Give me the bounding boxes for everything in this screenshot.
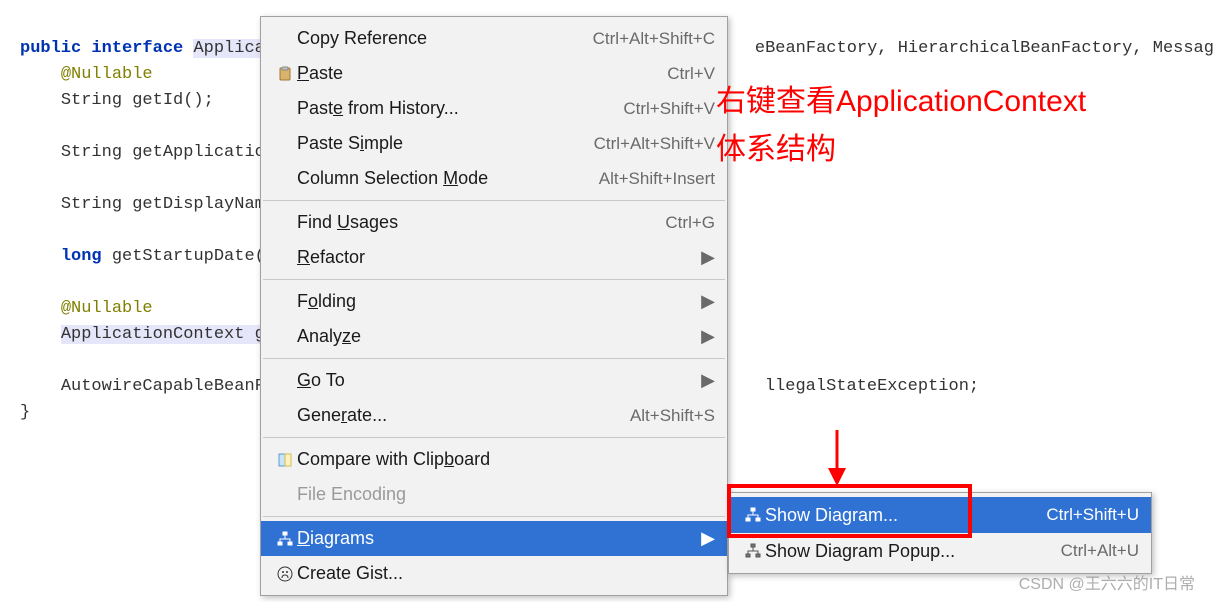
menu-generate[interactable]: Generate... Alt+Shift+S [261,398,727,433]
menu-goto[interactable]: Go To ▶ [261,363,727,398]
keyword-public: public [20,39,81,58]
menu-refactor[interactable]: Refactor ▶ [261,240,727,275]
menu-compare-clipboard[interactable]: Compare with Clipboard [261,442,727,477]
menu-analyze[interactable]: Analyze ▶ [261,319,727,354]
menu-folding[interactable]: Folding ▶ [261,284,727,319]
menu-file-encoding: File Encoding [261,477,727,512]
code-line-appctx: ApplicationContext g [61,325,265,344]
keyword-long: long [61,247,102,266]
menu-paste[interactable]: Paste Ctrl+V [261,56,727,91]
submenu-show-diagram[interactable]: Show Diagram... Ctrl+Shift+U [729,497,1151,533]
menu-separator [263,437,725,438]
menu-column-selection[interactable]: Column Selection Mode Alt+Shift+Insert [261,161,727,196]
arrow-icon [822,428,852,488]
menu-paste-simple[interactable]: Paste Simple Ctrl+Alt+Shift+V [261,126,727,161]
chevron-right-icon: ▶ [701,528,715,549]
code-line-getapplicatio: String getApplicatio [61,143,265,162]
context-menu: Copy Reference Ctrl+Alt+Shift+C Paste Ct… [260,16,728,596]
menu-separator [263,516,725,517]
menu-separator [263,358,725,359]
chevron-right-icon: ▶ [701,291,715,312]
github-icon [273,566,297,582]
menu-paste-history[interactable]: Paste from History... Ctrl+Shift+V [261,91,727,126]
annotation-nullable-2: @Nullable [61,299,153,318]
menu-diagrams[interactable]: Diagrams ▶ [261,521,727,556]
code-extends-tail: eBeanFactory, HierarchicalBeanFactory, M… [755,39,1213,58]
code-line-getid: String getId(); [61,91,214,110]
annotation-text: 右键查看ApplicationContext 体系结构 [716,78,1086,174]
diagram-icon [273,531,297,547]
code-line-illegal: llegalStateException; [765,377,979,396]
menu-find-usages[interactable]: Find Usages Ctrl+G [261,205,727,240]
annotation-nullable: @Nullable [61,65,153,84]
type-application: Applica [193,39,264,58]
menu-create-gist[interactable]: Create Gist... [261,556,727,591]
code-line-getdisplaynam: String getDisplayNam [61,195,265,214]
keyword-interface: interface [91,39,183,58]
chevron-right-icon: ▶ [701,326,715,347]
diagram-icon [741,507,765,523]
menu-separator [263,200,725,201]
menu-copy-reference[interactable]: Copy Reference Ctrl+Alt+Shift+C [261,21,727,56]
compare-icon [273,452,297,468]
chevron-right-icon: ▶ [701,370,715,391]
paste-icon [273,66,297,82]
code-line-getstartupdate: getStartupDate( [102,247,265,266]
code-line-autowire: AutowireCapableBeanF [61,377,265,396]
submenu-show-diagram-popup[interactable]: Show Diagram Popup... Ctrl+Alt+U [729,533,1151,569]
chevron-right-icon: ▶ [701,247,715,268]
code-brace-close: } [20,403,30,422]
menu-separator [263,279,725,280]
diagrams-submenu: Show Diagram... Ctrl+Shift+U Show Diagra… [728,492,1152,574]
diagram-icon [741,543,765,559]
watermark: CSDN @王六六的IT日常 [1019,570,1195,594]
